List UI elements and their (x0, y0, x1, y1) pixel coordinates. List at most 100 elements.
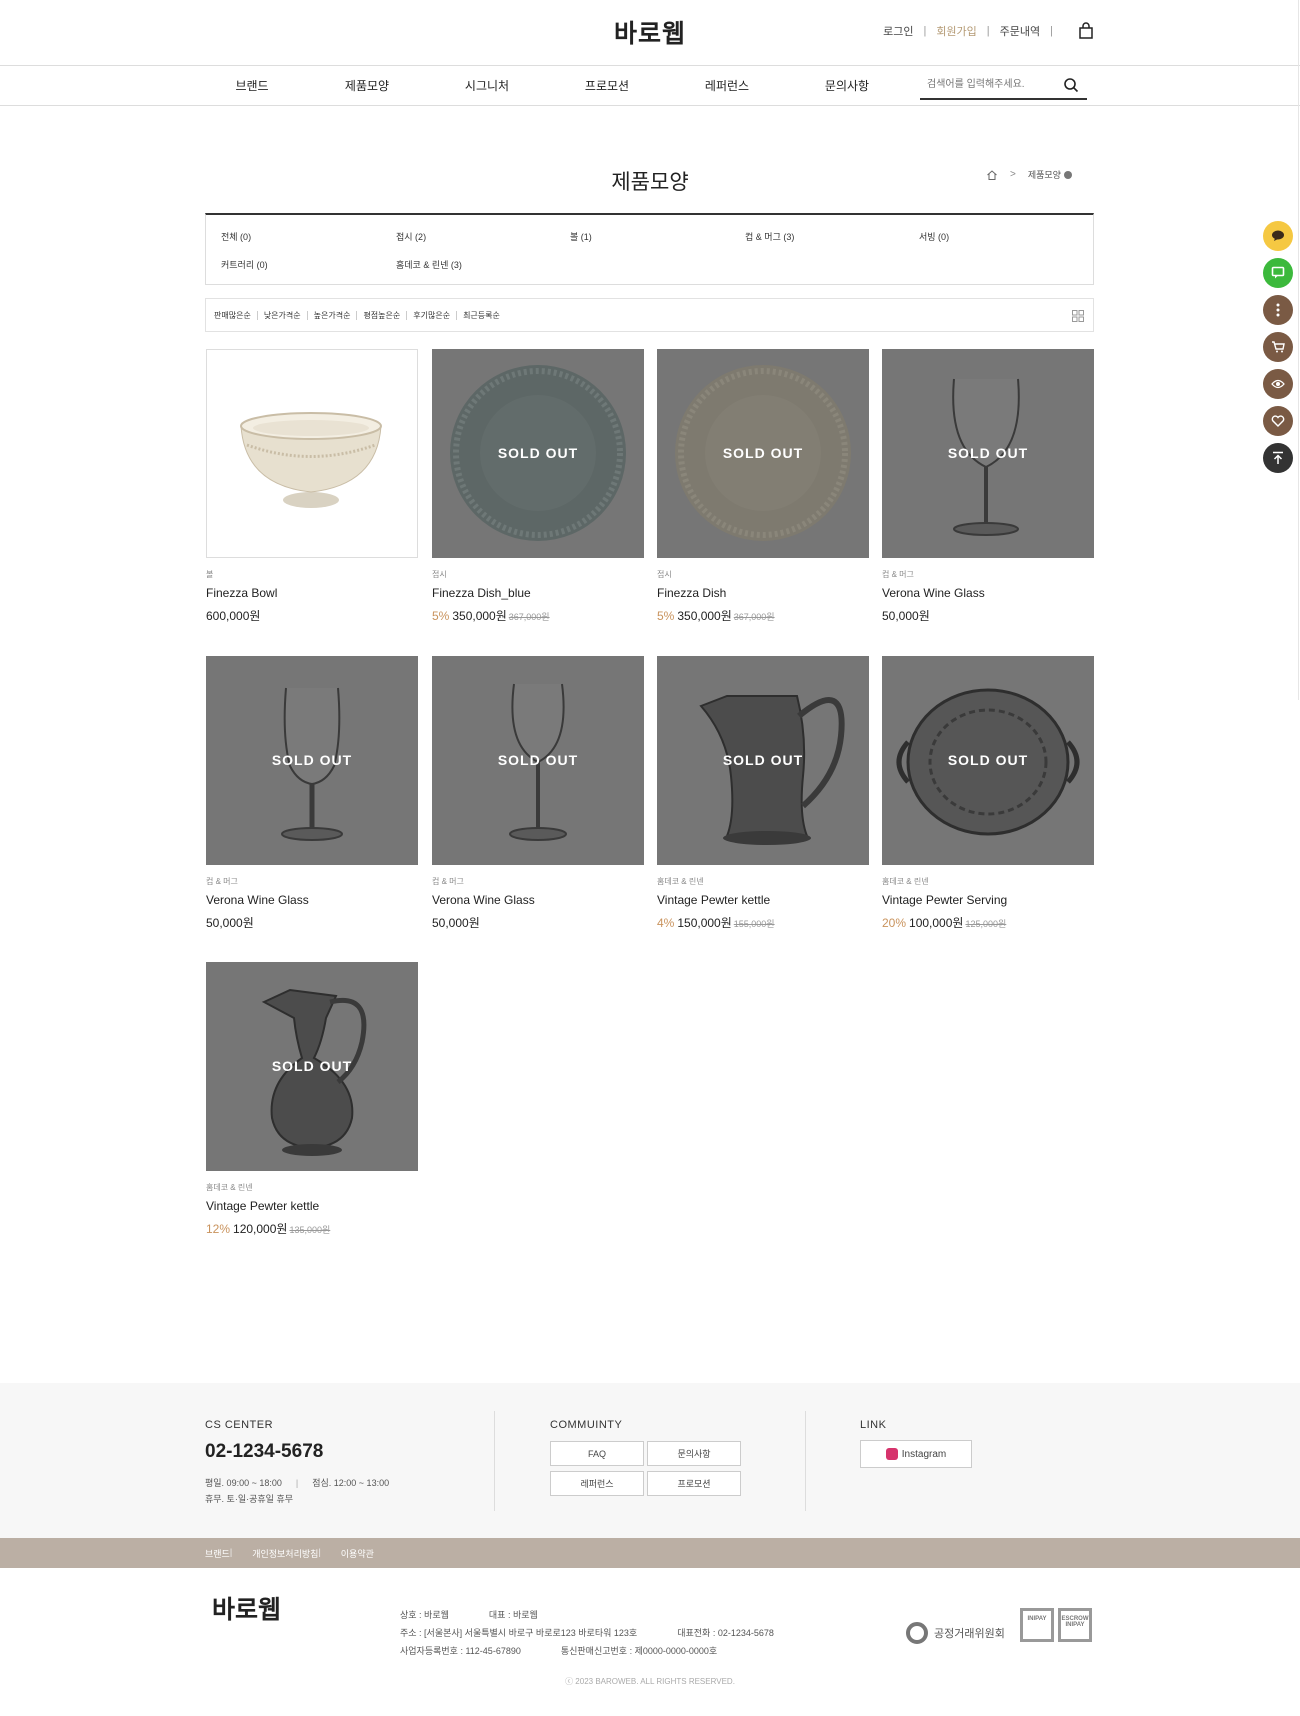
product-price: 50,000원 (432, 916, 480, 930)
instagram-button[interactable]: Instagram (860, 1440, 972, 1468)
product-card[interactable]: 볼 Finezza Bowl 600,000원 (206, 349, 418, 624)
cs-hours: 평일. 09:00 ~ 18:00 | 점심. 12:00 ~ 13:00 휴무. … (205, 1475, 389, 1507)
product-image[interactable]: SOLD OUT (657, 656, 869, 865)
inipay-badge[interactable]: INIPAY (1020, 1608, 1054, 1642)
product-image[interactable]: SOLD OUT (882, 656, 1094, 865)
sold-out-label: SOLD OUT (722, 752, 804, 768)
category-serving[interactable]: 서빙 (0) (919, 230, 949, 243)
product-card[interactable]: SOLD OUT 홈데코 & 린넨 Vintage Pewter Serving… (882, 656, 1094, 931)
footer-link-separator: | (318, 1547, 321, 1557)
product-card[interactable]: SOLD OUT 접시 Finezza Dish_blue 5% 350,000원… (432, 349, 644, 624)
product-price: 150,000원 (677, 916, 732, 930)
sort-reviews[interactable]: 후기많은순 (407, 311, 458, 320)
product-name[interactable]: Vintage Pewter Serving (882, 893, 1094, 907)
sort-high-price[interactable]: 높은가격순 (308, 311, 358, 320)
footer-link-terms[interactable]: 이용약관 (341, 1547, 374, 1560)
product-image[interactable]: SOLD OUT (657, 349, 869, 558)
ftc-label: 공정거래위원회 (934, 1628, 1005, 1640)
chevron-down-icon[interactable] (1063, 170, 1072, 179)
shopping-bag-icon[interactable] (1077, 22, 1095, 40)
nav-inquiry[interactable]: 문의사항 (797, 77, 897, 94)
sort-low-price[interactable]: 낮은가격순 (258, 311, 308, 320)
product-image[interactable]: SOLD OUT (206, 962, 418, 1171)
nav-promotion[interactable]: 프로모션 (557, 77, 657, 94)
faq-button[interactable]: FAQ (550, 1441, 644, 1466)
login-link[interactable]: 로그인 (883, 23, 913, 39)
category-home-deco[interactable]: 홈데코 & 린넨 (3) (396, 258, 462, 271)
footer-link-privacy[interactable]: 개인정보처리방침 (252, 1547, 318, 1560)
product-name[interactable]: Finezza Bowl (206, 586, 418, 600)
sold-out-label: SOLD OUT (271, 752, 353, 768)
sort-newest[interactable]: 최근등록순 (457, 311, 506, 320)
product-name[interactable]: Verona Wine Glass (206, 893, 418, 907)
orders-link[interactable]: 주문내역 (1000, 23, 1040, 39)
product-price: 50,000원 (206, 916, 254, 930)
discount-rate: 5% (657, 609, 675, 623)
footer-logo: 바로웹 (212, 1596, 282, 1624)
search-icon[interactable] (1063, 77, 1079, 93)
home-icon[interactable] (986, 169, 998, 181)
product-price-row: 50,000원 (432, 914, 644, 931)
grid-view-icon[interactable] (1072, 310, 1084, 322)
original-price: 155,000원 (733, 919, 775, 929)
product-category: 컵 & 머그 (206, 877, 238, 886)
to-top-icon[interactable] (1263, 443, 1293, 473)
product-image[interactable]: SOLD OUT (206, 656, 418, 865)
nav-brand[interactable]: 브랜드 (202, 77, 302, 94)
site-logo[interactable]: 바로웹 (0, 14, 1300, 50)
product-image[interactable]: SOLD OUT (882, 349, 1094, 558)
product-price: 100,000원 (909, 916, 964, 930)
join-link[interactable]: 회원가입 (936, 23, 976, 39)
product-price-row: 5% 350,000원 367,000원 (432, 607, 644, 624)
reference-button[interactable]: 레퍼런스 (550, 1471, 644, 1496)
top-bar: 바로웹 로그인 | 회원가입 | 주문내역 | (0, 0, 1300, 66)
sort-rating[interactable]: 평점높은순 (357, 311, 408, 320)
util-separator: | (986, 25, 990, 37)
product-image[interactable] (206, 349, 418, 558)
more-icon[interactable] (1263, 295, 1293, 325)
product-card[interactable]: SOLD OUT 컵 & 머그 Verona Wine Glass 50,000… (882, 349, 1094, 624)
footer-link-brand[interactable]: 브랜드 (205, 1547, 230, 1560)
product-card[interactable]: SOLD OUT 컵 & 머그 Verona Wine Glass 50,000… (206, 656, 418, 931)
nav-products[interactable]: 제품모양 (317, 77, 417, 94)
heart-icon[interactable] (1263, 406, 1293, 436)
product-card[interactable]: SOLD OUT 홈데코 & 린넨 Vintage Pewter kettle … (206, 962, 418, 1237)
product-name[interactable]: Verona Wine Glass (432, 893, 644, 907)
page-title: 제품모양 (611, 171, 689, 194)
inquiry-button[interactable]: 문의사항 (647, 1441, 741, 1466)
original-price: 367,000원 (508, 612, 550, 622)
product-category: 컵 & 머그 (432, 877, 464, 886)
sort-best-selling[interactable]: 판매많은순 (214, 311, 258, 320)
product-image[interactable]: SOLD OUT (432, 656, 644, 865)
product-image[interactable]: SOLD OUT (432, 349, 644, 558)
category-bowl[interactable]: 볼 (1) (570, 230, 592, 243)
category-all[interactable]: 전체 (0) (221, 230, 251, 243)
ftc-badge[interactable]: 공정거래위원회 (906, 1622, 1005, 1644)
breadcrumb-current[interactable]: 제품모양 (1028, 168, 1061, 181)
chat-icon[interactable] (1263, 258, 1293, 288)
product-name[interactable]: Vintage Pewter kettle (657, 893, 869, 907)
product-price-row: 20% 100,000원 125,000원 (882, 914, 1094, 931)
category-dish[interactable]: 접시 (2) (396, 230, 426, 243)
product-name[interactable]: Finezza Dish (657, 586, 869, 600)
product-card[interactable]: SOLD OUT 컵 & 머그 Verona Wine Glass 50,000… (432, 656, 644, 931)
product-name[interactable]: Finezza Dish_blue (432, 586, 644, 600)
cart-icon[interactable] (1263, 332, 1293, 362)
product-name[interactable]: Vintage Pewter kettle (206, 1199, 418, 1213)
product-name[interactable]: Verona Wine Glass (882, 586, 1094, 600)
nav-reference[interactable]: 레퍼런스 (677, 77, 777, 94)
product-card[interactable]: SOLD OUT 홈데코 & 린넨 Vintage Pewter kettle … (657, 656, 869, 931)
footer-divider (494, 1411, 495, 1511)
bowl-image (240, 412, 382, 508)
talk-icon[interactable] (1263, 221, 1293, 251)
search-input[interactable] (927, 72, 1057, 96)
escrow-badge[interactable]: ESCROW INIPAY (1058, 1608, 1092, 1642)
promotion-button[interactable]: 프로모션 (647, 1471, 741, 1496)
product-card[interactable]: SOLD OUT 접시 Finezza Dish 5% 350,000원 367,0… (657, 349, 869, 624)
product-category: 접시 (657, 570, 672, 579)
category-cup-mug[interactable]: 컵 & 머그 (3) (745, 230, 794, 243)
eye-icon[interactable] (1263, 369, 1293, 399)
nav-signature[interactable]: 시그니처 (437, 77, 537, 94)
product-price: 350,000원 (452, 609, 507, 623)
category-cutlery[interactable]: 커트러리 (0) (221, 258, 268, 271)
